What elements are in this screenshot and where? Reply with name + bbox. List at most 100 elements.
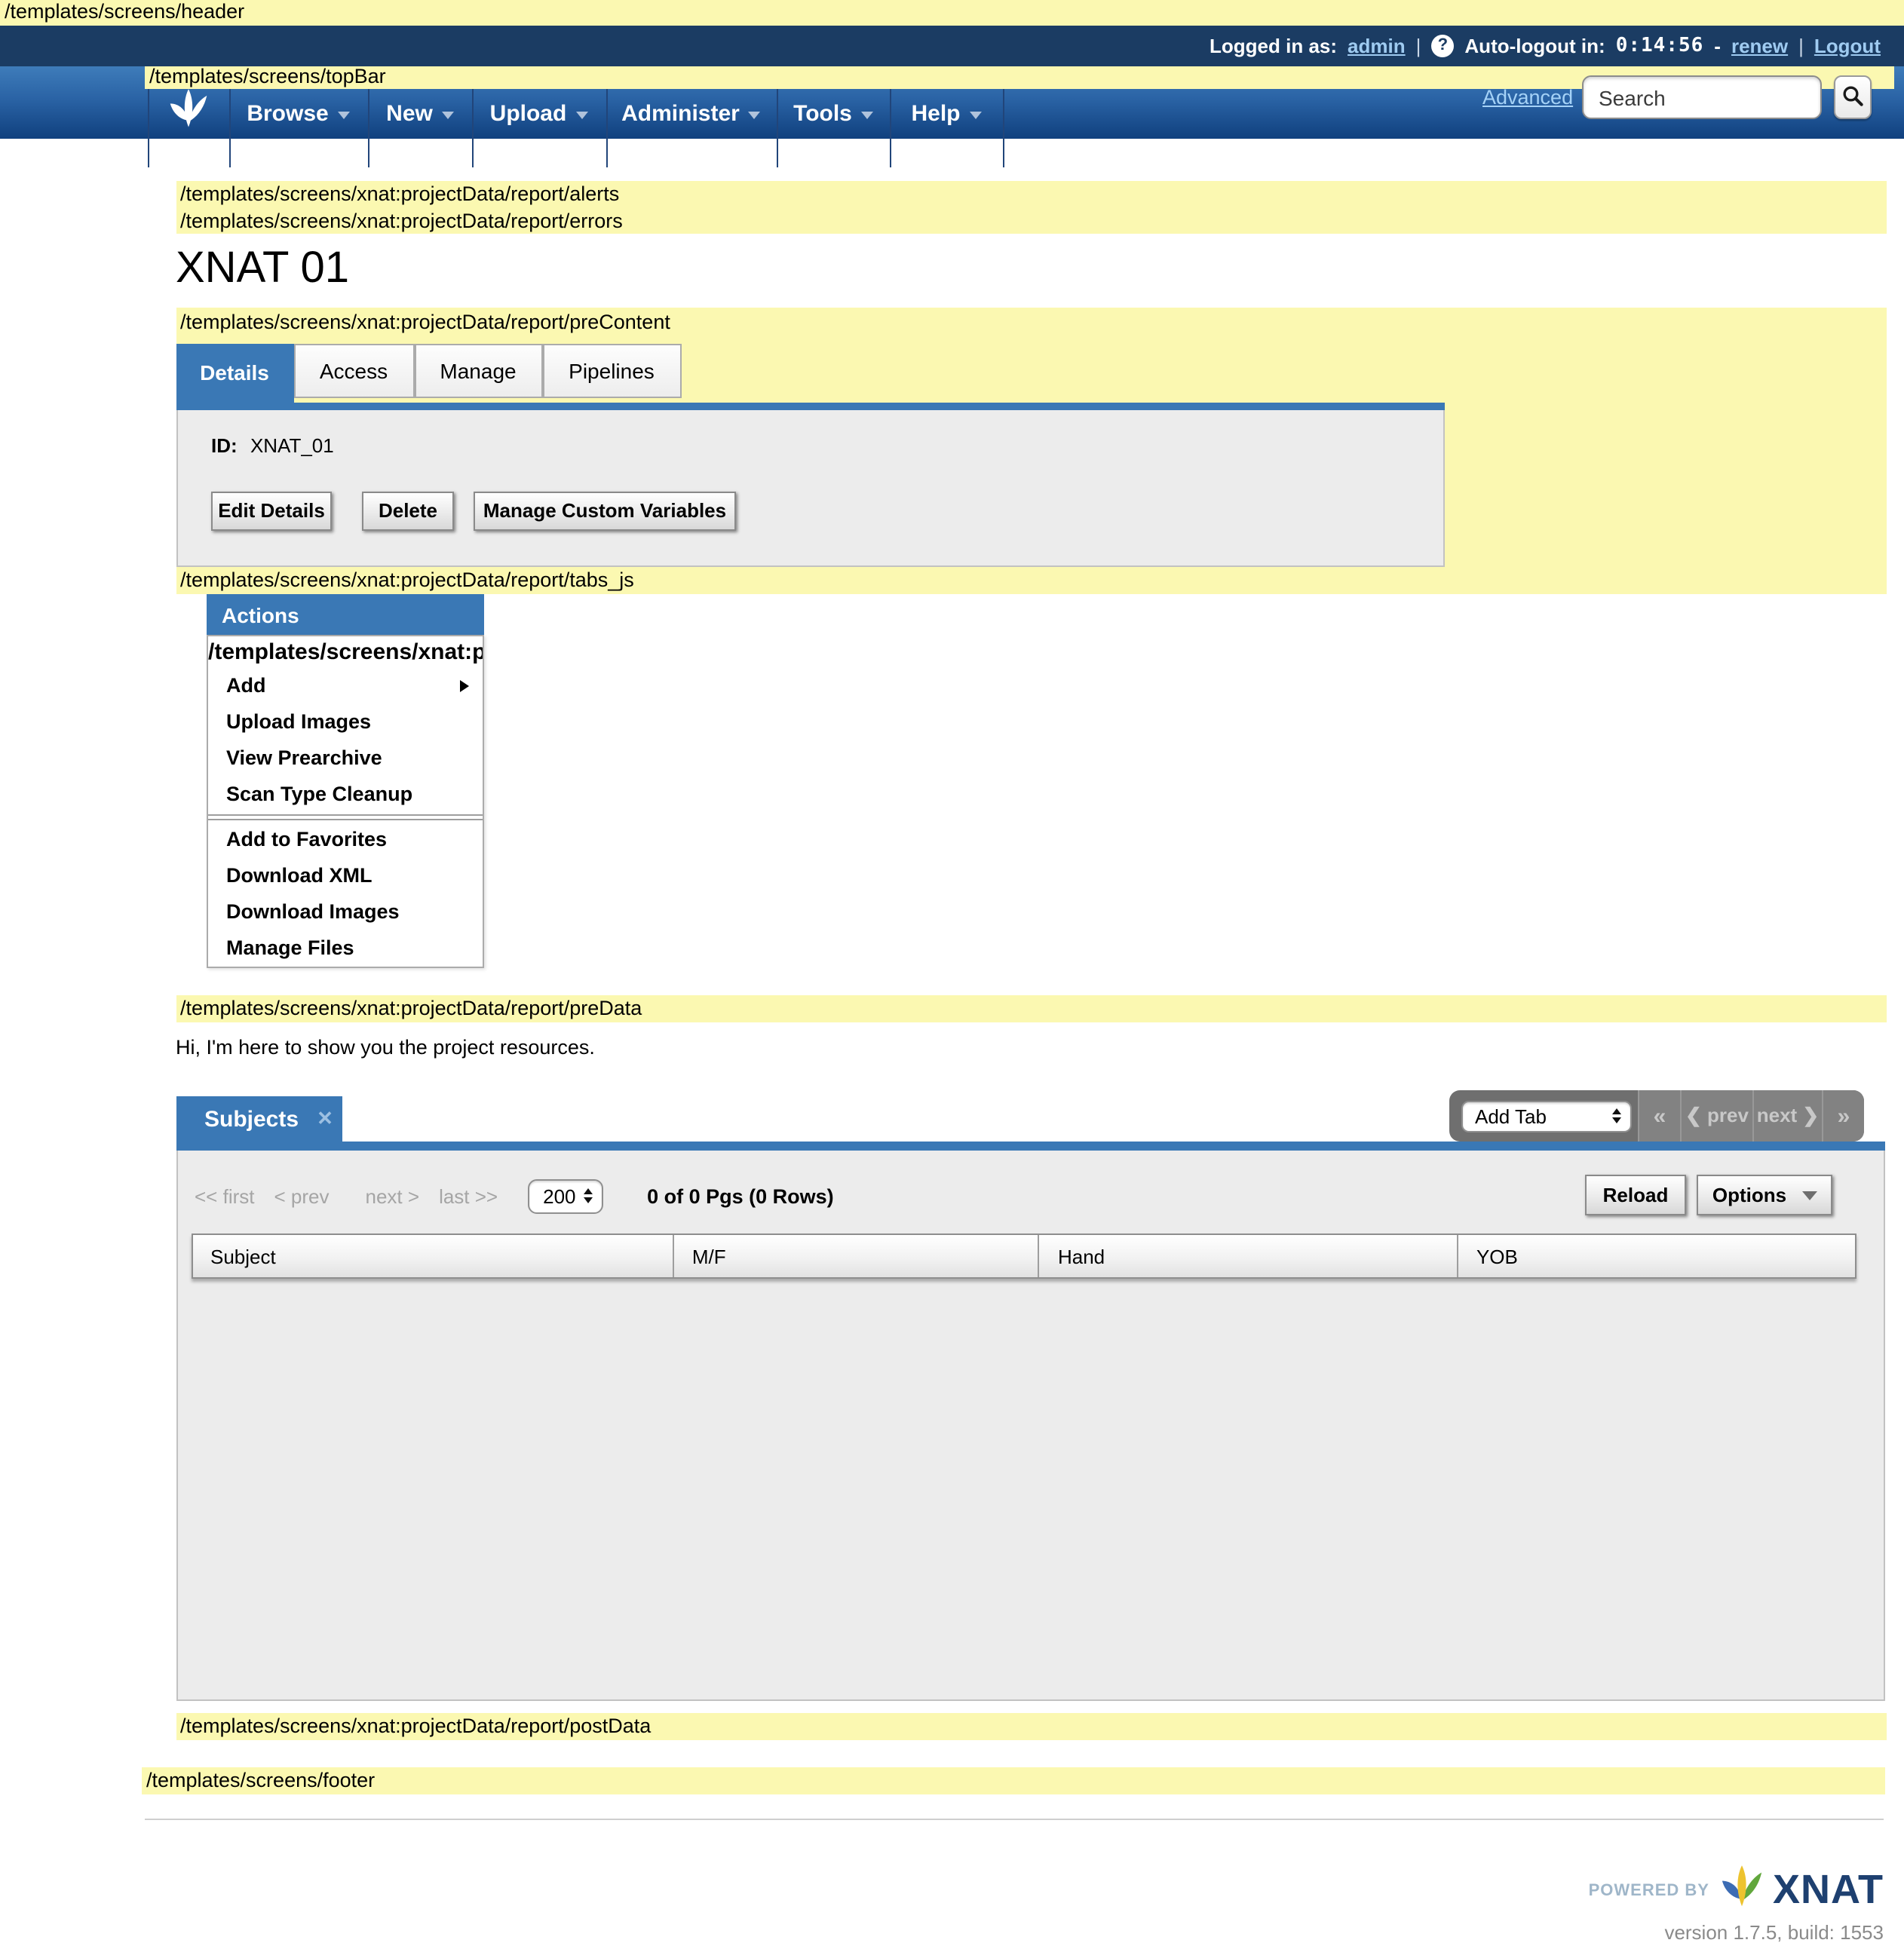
chevron-down-icon (861, 111, 873, 118)
username-link[interactable]: admin (1348, 35, 1406, 57)
nav-item-upload[interactable]: Upload (472, 87, 606, 139)
autologout-label: Auto-logout in: (1464, 35, 1605, 57)
predata-text: Hi, I'm here to show you the project res… (176, 1036, 595, 1059)
nav-item-new[interactable]: New (368, 87, 472, 139)
menu-item-download-xml[interactable]: Download XML (208, 858, 482, 894)
close-tab-icon[interactable]: ✕ (317, 1107, 333, 1131)
xnat-page: /templates/screens/header Logged in as: … (0, 0, 1904, 1946)
details-panel (176, 410, 1444, 566)
debug-path-header: /templates/screens/header (0, 0, 1904, 25)
search-input[interactable] (1582, 75, 1822, 119)
menu-divider (208, 814, 482, 820)
tabs-prev-button[interactable]: ❮ prev (1680, 1090, 1752, 1142)
actions-clipped-template-path: /templates/screens/xnat:project (208, 636, 482, 668)
debug-path-predata: /templates/screens/xnat:projectData/repo… (176, 995, 1886, 1022)
tabs-next-button[interactable]: next ❯ (1752, 1090, 1822, 1142)
manage-custom-variables-button[interactable]: Manage Custom Variables (474, 492, 736, 530)
dash: - (1714, 35, 1721, 57)
debug-path-precontent: /templates/screens/xnat:projectData/repo… (176, 309, 1886, 336)
separator: | (1798, 35, 1804, 57)
select-arrows-icon (584, 1188, 593, 1203)
debug-path-postdata: /templates/screens/xnat:projectData/repo… (176, 1713, 1886, 1739)
column-header-hand[interactable]: Hand (1040, 1235, 1458, 1277)
actions-menu-header: Actions (207, 594, 483, 635)
logout-link[interactable]: Logout (1814, 35, 1881, 57)
search-icon (1841, 84, 1864, 111)
debug-path-alerts: /templates/screens/xnat:projectData/repo… (176, 181, 1886, 207)
subjects-table-header: Subject M/F Hand YOB (191, 1233, 1856, 1279)
version-text: version 1.7.5, build: 1553 (1664, 1921, 1884, 1944)
debug-path-footer: /templates/screens/footer (142, 1767, 1885, 1794)
nav-item-browse[interactable]: Browse (228, 87, 368, 139)
column-header-yob[interactable]: YOB (1458, 1235, 1854, 1277)
column-header-mf[interactable]: M/F (674, 1235, 1040, 1277)
nav-item-help[interactable]: Help (890, 87, 1003, 139)
subjects-tab-label: Subjects (204, 1106, 299, 1132)
chevron-down-icon (970, 111, 982, 118)
autologout-timer: 0:14:56 (1616, 35, 1704, 57)
page-prev-link[interactable]: < prev (274, 1184, 330, 1207)
tab-accent-bar (176, 402, 1444, 410)
add-tab-select-value: Add Tab (1475, 1105, 1547, 1127)
nav-item-label: Help (911, 100, 960, 126)
chevron-down-icon (338, 111, 350, 118)
renew-link[interactable]: renew (1731, 35, 1788, 57)
page-title: XNAT 01 (176, 244, 349, 294)
menu-item-upload-images[interactable]: Upload Images (208, 704, 482, 740)
tabs-scroll-first-button[interactable]: « (1638, 1090, 1680, 1142)
page-size-select[interactable]: 200 (528, 1178, 603, 1213)
chevron-down-icon (1801, 1191, 1817, 1200)
debug-path-errors: /templates/screens/xnat:projectData/repo… (176, 207, 1886, 234)
menu-item-add-to-favorites[interactable]: Add to Favorites (208, 822, 482, 858)
menu-item-add[interactable]: Add (208, 668, 482, 704)
tab-manage[interactable]: Manage (414, 344, 542, 398)
nav-item-administer[interactable]: Administer (606, 87, 777, 139)
subjects-tab[interactable]: Subjects ✕ (176, 1096, 342, 1142)
actions-menu: /templates/screens/xnat:project Add Uplo… (207, 635, 483, 968)
page-first-link[interactable]: << first (195, 1184, 255, 1207)
nav-separator (1003, 87, 1004, 167)
nav-item-label: Tools (793, 100, 852, 126)
tab-toolbar: Add Tab « ❮ prev next ❯ » (1449, 1090, 1864, 1142)
reload-button[interactable]: Reload (1585, 1175, 1686, 1215)
pagination-status: 0 of 0 Pgs (0 Rows) (647, 1184, 834, 1207)
xnat-brand-text: XNAT (1773, 1867, 1884, 1914)
add-tab-select[interactable]: Add Tab (1461, 1100, 1632, 1132)
nav-item-label: New (386, 100, 433, 126)
id-value: XNAT_01 (250, 434, 334, 457)
tab-details[interactable]: Details (176, 344, 293, 402)
menu-item-scan-type-cleanup[interactable]: Scan Type Cleanup (208, 777, 482, 813)
chevron-down-icon (575, 111, 587, 118)
page-next-link[interactable]: next > (366, 1184, 420, 1207)
separator: | (1416, 35, 1421, 57)
menu-item-label: Add (226, 668, 266, 704)
column-header-subject[interactable]: Subject (192, 1235, 674, 1277)
user-band: Logged in as: admin | ? Auto-logout in: … (0, 25, 1904, 66)
project-id-row: ID: XNAT_01 (211, 434, 334, 457)
delete-button[interactable]: Delete (362, 492, 454, 530)
search-button[interactable] (1834, 75, 1872, 119)
edit-details-button[interactable]: Edit Details (211, 492, 332, 530)
powered-by-xnat-logo[interactable]: POWERED BY XNAT (1589, 1864, 1884, 1917)
advanced-search-link[interactable]: Advanced (1482, 86, 1573, 109)
help-icon[interactable]: ? (1431, 35, 1454, 57)
logged-in-label: Logged in as: (1210, 35, 1337, 57)
nav-item-tools[interactable]: Tools (777, 87, 890, 139)
xnat-logo-home[interactable] (147, 87, 228, 139)
menu-item-download-images[interactable]: Download Images (208, 894, 482, 930)
submenu-arrow-icon (459, 680, 468, 692)
id-label: ID: (211, 434, 238, 457)
subjects-accent-bar (176, 1142, 1884, 1151)
debug-path-tabs-js: /templates/screens/xnat:projectData/repo… (176, 567, 1886, 593)
powered-by-label: POWERED BY (1589, 1881, 1709, 1899)
menu-item-manage-files[interactable]: Manage Files (208, 930, 482, 967)
tab-access[interactable]: Access (293, 344, 414, 398)
menu-item-view-prearchive[interactable]: View Prearchive (208, 740, 482, 777)
nav-item-label: Browse (247, 100, 328, 126)
tabs-scroll-last-button[interactable]: » (1822, 1090, 1864, 1142)
options-label: Options (1712, 1184, 1786, 1206)
page-last-link[interactable]: last >> (439, 1184, 498, 1207)
page-size-value: 200 (543, 1184, 575, 1207)
options-button[interactable]: Options (1697, 1175, 1832, 1215)
tab-pipelines[interactable]: Pipelines (542, 344, 681, 398)
